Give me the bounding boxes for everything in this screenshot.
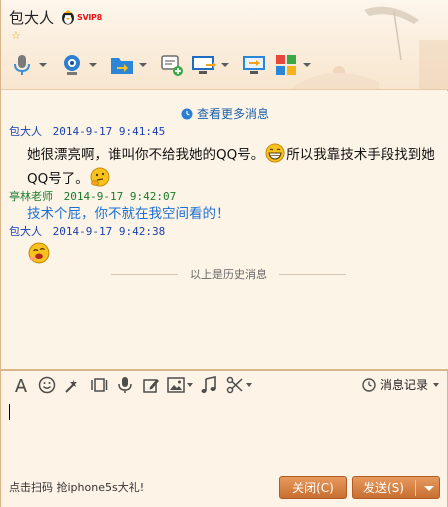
message-history-label: 消息记录	[379, 378, 428, 392]
header: 包大人 SVIP8 ☆	[1, 0, 448, 90]
chevron-down-icon[interactable]	[221, 63, 229, 67]
send-file-button[interactable]	[109, 50, 153, 80]
clock-icon	[181, 108, 193, 119]
chevron-down-icon[interactable]	[246, 383, 252, 387]
chat-window: 包大人 SVIP8 ☆ 查看更多消息 包大人 2014-9-17 9:41:45…	[0, 0, 448, 507]
microphone-icon	[9, 52, 35, 78]
text-cursor	[9, 404, 10, 420]
message-text: 技术个屁，你不就在我空间看的！	[27, 206, 230, 222]
message-time: 2014-9-17 9:42:38	[52, 225, 166, 238]
svip-level: SVIP8	[77, 12, 102, 22]
promo-link[interactable]: 点击扫码 抢iphone5s大礼!	[9, 479, 144, 495]
voice-icon[interactable]	[115, 375, 135, 395]
screen-share-button[interactable]	[241, 50, 267, 80]
webcam-icon	[59, 52, 85, 78]
file-transfer-icon	[109, 52, 135, 78]
divider-rule	[279, 273, 346, 275]
chevron-down-icon[interactable]	[433, 382, 439, 387]
svip-badge: SVIP8	[60, 8, 102, 26]
font-icon[interactable]	[11, 375, 31, 395]
message-body: 她很漂亮啊，谁叫你不给我她的QQ号。 所以我靠技术手段找到她QQ号了。	[27, 143, 439, 191]
top-toolbar	[1, 48, 323, 82]
remote-desktop-icon	[191, 52, 217, 78]
music-icon[interactable]	[199, 375, 219, 395]
remote-desktop-button[interactable]	[191, 50, 235, 80]
apps-button[interactable]	[273, 50, 317, 80]
button-separator	[415, 480, 416, 496]
message-input[interactable]	[1, 400, 448, 468]
chevron-down-icon[interactable]	[187, 383, 193, 387]
send-button[interactable]: 发送(S)	[352, 476, 440, 499]
chevron-down-icon[interactable]	[89, 63, 97, 67]
message-history-button[interactable]: 消息记录	[362, 376, 439, 393]
thinking-emoji-icon	[90, 167, 110, 187]
star-icon: ☆	[11, 29, 21, 42]
message-header: 包大人 2014-9-17 9:42:38	[9, 225, 165, 239]
title-row: 包大人 SVIP8	[9, 6, 102, 28]
send-options-chevron-icon[interactable]	[424, 486, 434, 491]
divider-rule	[111, 273, 178, 275]
message-time: 2014-9-17 9:41:45	[52, 125, 166, 138]
close-button[interactable]: 关闭(C)	[279, 476, 347, 499]
sender-name: 亭林老师	[9, 190, 53, 203]
image-icon[interactable]	[167, 375, 193, 395]
close-button-label: 关闭(C)	[292, 481, 334, 495]
send-button-label: 发送(S)	[363, 481, 404, 495]
screenshot-icon[interactable]	[89, 375, 109, 395]
view-more-messages-link[interactable]: 查看更多消息	[1, 105, 448, 122]
grin-emoji-icon	[265, 143, 285, 163]
add-app-icon	[159, 52, 185, 78]
chevron-down-icon[interactable]	[139, 63, 147, 67]
sender-name: 包大人	[9, 125, 42, 138]
edit-icon[interactable]	[141, 375, 161, 395]
input-toolbar: 消息记录	[1, 372, 448, 398]
message-header: 包大人 2014-9-17 9:41:45	[9, 125, 165, 139]
penguin-icon	[62, 10, 75, 25]
history-divider-label: 以上是历史消息	[190, 268, 267, 281]
video-call-button[interactable]	[59, 50, 103, 80]
history-divider: 以上是历史消息	[111, 267, 346, 281]
add-app-button[interactable]	[159, 50, 185, 80]
bottom-bar: 点击扫码 抢iphone5s大礼! 关闭(C) 发送(S)	[1, 468, 448, 507]
screen-share-icon	[241, 52, 267, 78]
view-more-label: 查看更多消息	[196, 107, 269, 121]
message-body	[27, 242, 439, 268]
pane-splitter[interactable]	[1, 369, 448, 371]
chevron-down-icon[interactable]	[303, 63, 311, 67]
apps-grid-icon	[273, 52, 299, 78]
shake-icon[interactable]	[63, 375, 83, 395]
contact-name: 包大人	[9, 8, 55, 27]
scissors-icon[interactable]	[225, 375, 253, 395]
clock-icon	[362, 377, 376, 392]
chevron-down-icon[interactable]	[39, 63, 47, 67]
message-time: 2014-9-17 9:42:07	[63, 190, 177, 203]
message-history[interactable]: 查看更多消息 包大人 2014-9-17 9:41:45 她很漂亮啊，谁叫你不给…	[1, 91, 448, 370]
voice-call-button[interactable]	[9, 50, 53, 80]
emoji-icon[interactable]	[37, 375, 57, 395]
sender-name: 包大人	[9, 225, 42, 238]
laugh-emoji-icon	[28, 242, 50, 264]
message-header: 亭林老师 2014-9-17 9:42:07	[9, 190, 176, 204]
message-body: 技术个屁，你不就在我空间看的！	[27, 203, 439, 226]
message-text: 她很漂亮啊，谁叫你不给我她的QQ号。	[27, 147, 265, 163]
